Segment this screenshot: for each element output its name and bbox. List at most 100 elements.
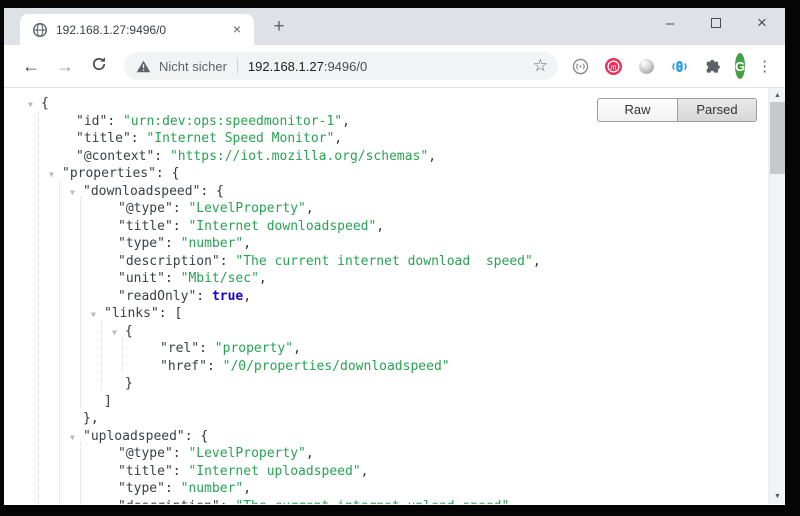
new-tab-button[interactable]: + <box>266 15 292 41</box>
json-row: } <box>4 375 768 393</box>
json-string-value: "Internet Speed Monitor" <box>146 131 334 146</box>
browser-window: 192.168.1.27:9496/0 × + – × ← → Nicht si… <box>4 8 785 505</box>
json-row: "title": "Internet downloadspeed", <box>4 218 768 236</box>
json-string-value: "/0/properties/downloadspeed" <box>223 359 450 374</box>
tab-close-icon[interactable]: × <box>228 21 246 39</box>
json-punctuation: : <box>165 236 181 251</box>
json-row: ▼{ <box>4 323 768 341</box>
circle-scope-extension-icon[interactable] <box>572 58 589 75</box>
json-string-value: "number" <box>181 481 244 496</box>
json-row: ] <box>4 393 768 411</box>
address-bar[interactable]: Nicht sicher 192.168.1.27:9496/0 ☆ <box>124 52 558 80</box>
view-toggle: Raw Parsed <box>597 98 757 122</box>
red-monkey-extension-icon[interactable]: m <box>605 58 622 75</box>
not-secure-warning-icon[interactable] <box>136 60 151 73</box>
json-punctuation: , <box>243 289 251 304</box>
sphere-icon <box>639 59 654 74</box>
json-row: ▼ "properties": { <box>4 165 768 183</box>
bookmark-star-icon[interactable]: ☆ <box>533 56 548 76</box>
json-row: "type": "number", <box>4 480 768 498</box>
json-punctuation: : { <box>200 184 223 199</box>
browser-tab[interactable]: 192.168.1.27:9496/0 × <box>20 14 254 45</box>
indent-guide <box>122 337 123 372</box>
json-row: "description": "The current internet dow… <box>4 253 768 271</box>
json-string-value: "number" <box>181 236 244 251</box>
url-path: :9496/0 <box>324 59 367 74</box>
json-key: "@context" <box>76 149 154 164</box>
url-text[interactable]: 192.168.1.27:9496/0 <box>248 59 527 74</box>
collapse-toggle-icon[interactable]: ▼ <box>49 166 54 184</box>
json-punctuation: : <box>196 289 212 304</box>
json-key: "description" <box>118 499 220 505</box>
json-punctuation: : <box>199 341 215 356</box>
json-tree: ▼{"id": "urn:dev:ops:speedmonitor-1","ti… <box>4 88 768 504</box>
json-row: }, <box>4 410 768 428</box>
scrollbar[interactable]: ▲ ▼ <box>768 88 785 504</box>
json-punctuation: : <box>173 219 189 234</box>
json-key: "downloadspeed" <box>83 184 200 199</box>
gray-sphere-extension-icon[interactable] <box>638 58 655 75</box>
json-key: "rel" <box>160 341 199 356</box>
json-key: "properties" <box>62 166 156 181</box>
json-key: "href" <box>160 359 207 374</box>
minimize-button[interactable]: – <box>647 8 693 38</box>
json-key: "title" <box>118 219 173 234</box>
json-string-value: "property" <box>215 341 293 356</box>
json-punctuation: : <box>165 271 181 286</box>
json-key: "readOnly" <box>118 289 196 304</box>
profile-avatar[interactable]: G <box>735 53 745 79</box>
json-row: "title": "Internet uploadspeed", <box>4 463 768 481</box>
json-string-value: "urn:dev:ops:speedmonitor-1" <box>123 114 342 129</box>
extensions-puzzle-icon[interactable] <box>704 58 721 75</box>
json-punctuation: : <box>131 131 147 146</box>
json-key: "uploadspeed" <box>83 429 185 444</box>
json-punctuation: : <box>154 149 170 164</box>
raw-button[interactable]: Raw <box>597 98 677 122</box>
blue-assistant-extension-icon[interactable] <box>671 58 688 75</box>
security-label[interactable]: Nicht sicher <box>159 59 227 74</box>
collapse-toggle-icon[interactable]: ▼ <box>91 306 96 324</box>
back-button[interactable]: ← <box>18 56 44 77</box>
reload-button[interactable] <box>86 56 112 77</box>
json-punctuation: , <box>509 499 517 505</box>
json-row: "unit": "Mbit/sec", <box>4 270 768 288</box>
json-key: "type" <box>118 236 165 251</box>
json-punctuation: , <box>376 219 384 234</box>
json-key: "unit" <box>118 271 165 286</box>
json-punctuation: : { <box>156 166 179 181</box>
scrollbar-thumb[interactable] <box>770 102 785 174</box>
json-bool-value: true <box>212 289 243 304</box>
collapse-toggle-icon[interactable]: ▼ <box>112 324 117 342</box>
json-punctuation: , <box>533 254 541 269</box>
parsed-button[interactable]: Parsed <box>677 98 757 122</box>
json-row: "@context": "https://iot.mozilla.org/sch… <box>4 148 768 166</box>
forward-button[interactable]: → <box>52 56 78 77</box>
json-key: "id" <box>76 114 107 129</box>
json-punctuation: : <box>207 359 223 374</box>
json-punctuation: , <box>428 149 436 164</box>
collapse-toggle-icon[interactable]: ▼ <box>70 429 75 447</box>
json-punctuation: , <box>243 236 251 251</box>
json-string-value: "Mbit/sec" <box>181 271 259 286</box>
json-punctuation: : <box>173 464 189 479</box>
json-key: "type" <box>118 481 165 496</box>
browser-menu-icon[interactable]: ⋮ <box>757 57 772 75</box>
json-key: "@type" <box>118 201 173 216</box>
json-key: "@type" <box>118 446 173 461</box>
scroll-down-icon[interactable]: ▼ <box>769 489 785 504</box>
maximize-button[interactable] <box>693 8 739 38</box>
indent-guide <box>38 110 39 505</box>
extension-icons: m <box>572 58 721 75</box>
json-row: "title": "Internet Speed Monitor", <box>4 130 768 148</box>
json-punctuation: , <box>342 114 350 129</box>
collapse-toggle-icon[interactable]: ▼ <box>70 184 75 202</box>
json-punctuation: : { <box>185 429 208 444</box>
scroll-up-icon[interactable]: ▲ <box>769 88 785 103</box>
json-punctuation: : <box>107 114 123 129</box>
close-window-button[interactable]: × <box>739 8 785 38</box>
json-punctuation: }, <box>83 411 99 426</box>
collapse-toggle-icon[interactable]: ▼ <box>28 96 33 114</box>
json-punctuation: { <box>41 96 49 111</box>
address-separator <box>237 58 238 74</box>
json-punctuation: : <box>173 201 189 216</box>
